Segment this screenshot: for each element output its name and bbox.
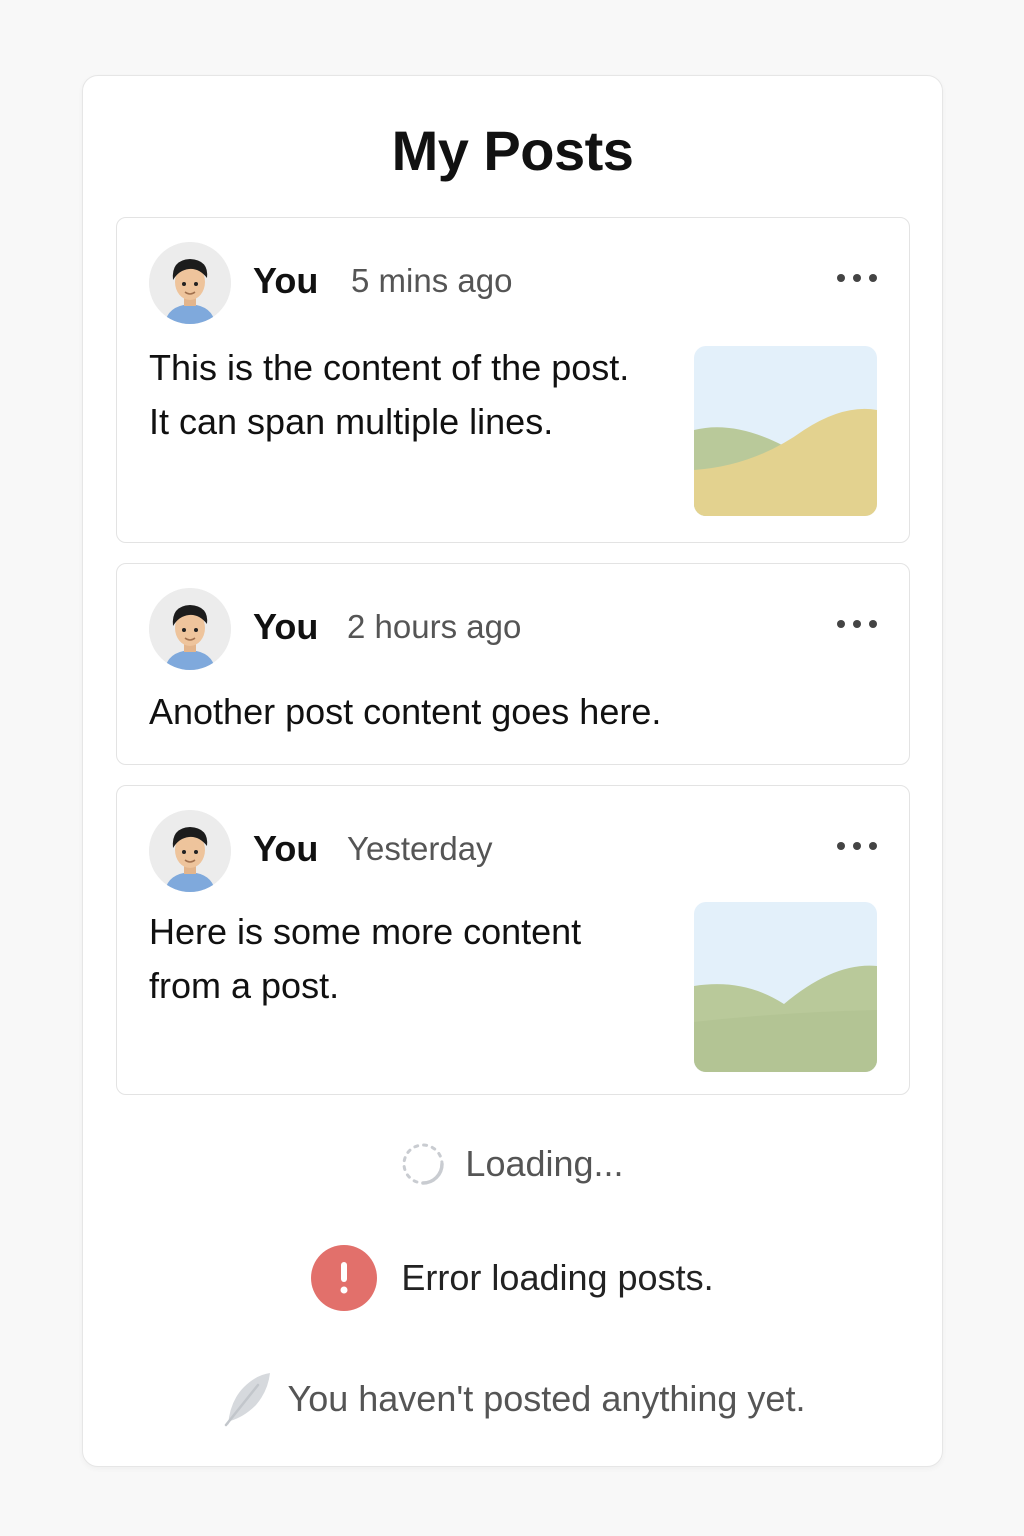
error-text: Error loading posts.: [401, 1257, 714, 1298]
loading-text: Loading...: [465, 1143, 624, 1184]
user-avatar-icon: [149, 242, 231, 324]
feather-icon: [224, 1373, 270, 1427]
post-timestamp: 2 hours ago: [347, 608, 522, 645]
post-author[interactable]: You: [253, 828, 318, 870]
user-avatar-icon: [149, 810, 231, 892]
user-avatar-icon: [149, 588, 231, 670]
avatar[interactable]: [149, 242, 231, 324]
post-content-line: Another post content goes here.: [149, 691, 662, 732]
post-card: You 2 hours ago Another post content goe…: [116, 563, 910, 765]
avatar[interactable]: [149, 810, 231, 892]
more-horizontal-icon: [837, 274, 845, 282]
empty-text: You haven't posted anything yet.: [287, 1378, 806, 1419]
landscape-image-icon: [694, 902, 877, 1072]
post-author[interactable]: You: [253, 606, 318, 648]
post-image[interactable]: [694, 902, 877, 1072]
landscape-image-icon: [694, 346, 877, 516]
page-title: My Posts: [391, 119, 634, 182]
post-content: Another post content goes here.: [149, 685, 661, 739]
exclamation-circle-icon: [311, 1245, 378, 1311]
post-content-line: This is the content of the post.: [149, 347, 630, 388]
post-content-line: Here is some more content: [149, 911, 582, 952]
post-timestamp: Yesterday: [347, 830, 493, 867]
post-image[interactable]: [694, 346, 877, 516]
post-card: You Yesterday Here is some more content …: [116, 785, 910, 1095]
post-header: You Yesterday: [149, 810, 877, 892]
more-horizontal-icon: [837, 620, 845, 628]
post-timestamp: 5 mins ago: [351, 262, 513, 299]
avatar[interactable]: [149, 588, 231, 670]
post-content: This is the content of the post. It can …: [149, 341, 629, 449]
loading-indicator: Loading...: [83, 1140, 942, 1188]
more-options-button[interactable]: [837, 612, 877, 636]
post-author[interactable]: You: [253, 260, 318, 302]
more-options-button[interactable]: [837, 834, 877, 858]
posts-panel: My Posts You 5 mins ago This is the cont…: [82, 75, 943, 1467]
error-message: Error loading posts.: [83, 1245, 942, 1311]
empty-state: You haven't posted anything yet.: [83, 1371, 942, 1427]
more-options-button[interactable]: [837, 266, 877, 290]
post-content-line: It can span multiple lines.: [149, 401, 554, 442]
post-content-line: from a post.: [149, 965, 340, 1006]
more-horizontal-icon: [837, 842, 845, 850]
post-header: You 5 mins ago: [149, 242, 877, 324]
spinner-icon: [402, 1143, 445, 1185]
post-card: You 5 mins ago This is the content of th…: [116, 217, 910, 543]
post-header: You 2 hours ago: [149, 588, 877, 670]
post-content: Here is some more content from a post.: [149, 905, 581, 1013]
